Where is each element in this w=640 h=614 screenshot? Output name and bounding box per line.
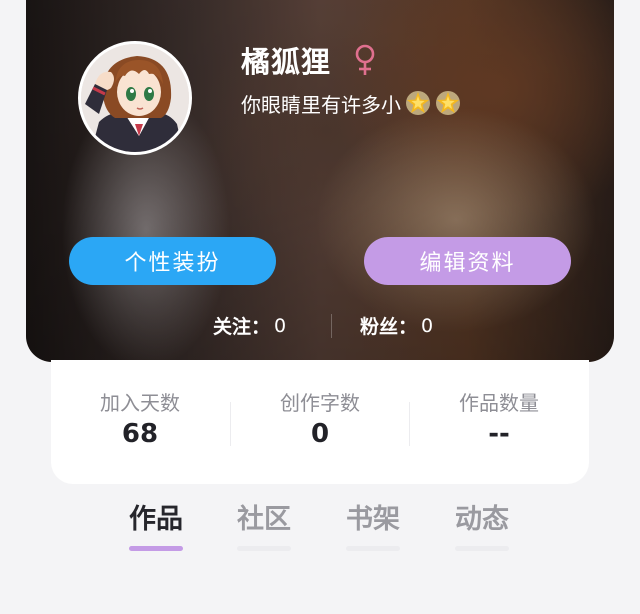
tab-label: 书架 xyxy=(346,504,400,535)
tab-bookshelf[interactable]: 书架 xyxy=(338,500,408,551)
profile-tabs: 作品 社区 书架 动态 xyxy=(0,500,640,560)
profile-header-card: 橘狐狸 你眼睛里有许多小 个性装扮 编辑资料 关注： 0 粉丝： 0 xyxy=(26,0,614,362)
stat-join-days: 加入天数 68 xyxy=(51,390,229,450)
tab-indicator xyxy=(346,546,400,551)
signature-row: 你眼睛里有许多小 xyxy=(241,88,461,118)
tab-indicator xyxy=(455,546,509,551)
fans-count: 0 xyxy=(421,314,434,337)
stats-card: 加入天数 68 创作字数 0 作品数量 -- xyxy=(51,360,589,484)
following-link[interactable]: 关注： 0 xyxy=(213,312,286,339)
avatar-image xyxy=(81,44,189,152)
stat-label: 加入天数 xyxy=(100,391,180,415)
avatar[interactable] xyxy=(78,41,192,155)
follow-stats: 关注： 0 粉丝： 0 xyxy=(26,306,614,342)
stat-label: 创作字数 xyxy=(280,391,360,415)
stat-word-count: 创作字数 0 xyxy=(231,390,409,450)
follow-divider xyxy=(331,314,332,338)
stat-value: 68 xyxy=(121,419,159,449)
tab-indicator xyxy=(237,546,291,551)
following-count: 0 xyxy=(274,314,287,337)
tab-label: 动态 xyxy=(455,504,509,535)
dress-up-button[interactable]: 个性装扮 xyxy=(69,237,276,285)
edit-profile-button[interactable]: 编辑资料 xyxy=(364,237,571,285)
tab-works[interactable]: 作品 xyxy=(121,500,191,551)
fans-label: 粉丝： xyxy=(360,316,418,338)
stat-works-count: 作品数量 -- xyxy=(410,390,588,450)
tab-community[interactable]: 社区 xyxy=(229,500,299,551)
following-label: 关注： xyxy=(213,316,271,338)
profile-page: 橘狐狸 你眼睛里有许多小 个性装扮 编辑资料 关注： 0 粉丝： 0 加入天数 … xyxy=(0,0,640,614)
signature-text: 你眼睛里有许多小 xyxy=(241,92,401,117)
stat-value: -- xyxy=(488,419,510,449)
username: 橘狐狸 xyxy=(241,45,332,79)
glowing-star-icon xyxy=(405,90,431,116)
female-symbol-icon xyxy=(353,44,377,76)
stat-label: 作品数量 xyxy=(459,391,539,415)
tab-indicator xyxy=(129,546,183,551)
tab-activity[interactable]: 动态 xyxy=(447,500,517,551)
tab-label: 社区 xyxy=(237,504,291,535)
username-row: 橘狐狸 xyxy=(241,40,377,80)
tab-label: 作品 xyxy=(129,504,183,535)
fans-link[interactable]: 粉丝： 0 xyxy=(360,312,433,339)
glowing-star-icon xyxy=(435,90,461,116)
stat-value: 0 xyxy=(310,419,330,449)
